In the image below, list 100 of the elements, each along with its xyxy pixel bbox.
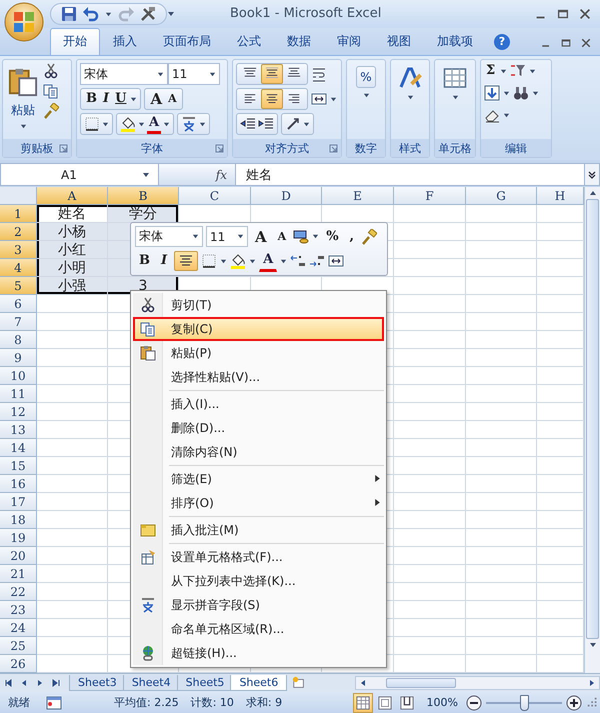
column-header[interactable]: H <box>537 187 584 205</box>
ribbon-tab[interactable]: 页面布局 <box>150 28 224 55</box>
wrap-text-icon[interactable] <box>311 66 327 82</box>
menu-item[interactable]: 设置单元格格式(F)... <box>133 545 384 569</box>
column-header[interactable]: B <box>108 187 179 205</box>
menu-item[interactable]: 删除(D)... <box>133 416 384 440</box>
shrink-font-button[interactable]: A <box>166 91 179 107</box>
dropdown-caret-icon[interactable] <box>209 70 216 78</box>
row-header[interactable]: 13 <box>0 421 37 439</box>
dialog-launcher-icon[interactable] <box>329 144 338 153</box>
zoom-out-icon[interactable] <box>466 694 482 710</box>
customize-toolbar-caret-icon[interactable] <box>167 10 175 18</box>
copy-icon[interactable] <box>43 83 59 99</box>
font-name-field[interactable]: 宋体 <box>80 63 168 85</box>
styles-icon[interactable] <box>398 66 422 90</box>
last-sheet-icon[interactable] <box>52 678 60 686</box>
menu-item[interactable]: 命名单元格区域(R)... <box>133 617 384 641</box>
italic-button[interactable]: I <box>101 91 112 107</box>
ribbon-tab[interactable]: 审阅 <box>324 28 374 55</box>
dropdown-caret-icon[interactable] <box>280 258 288 264</box>
menu-item[interactable]: 选择性粘贴(V)... <box>133 365 384 389</box>
font-color-button[interactable]: A <box>259 250 278 272</box>
row-header[interactable]: 9 <box>0 349 37 367</box>
row-header[interactable]: 22 <box>0 583 37 601</box>
row-header[interactable]: 10 <box>0 367 37 385</box>
ribbon-tab[interactable]: 视图 <box>374 28 424 55</box>
expand-button[interactable] <box>584 164 599 185</box>
row-header[interactable]: 23 <box>0 601 37 619</box>
dialog-launcher-icon[interactable] <box>215 144 224 153</box>
dropdown-caret-icon[interactable] <box>105 10 112 18</box>
dropdown-caret-icon[interactable] <box>452 94 458 101</box>
dropdown-caret-icon[interactable] <box>503 90 510 96</box>
row-header[interactable]: 15 <box>0 457 37 475</box>
insert-function-button[interactable]: fx <box>159 164 236 185</box>
ribbon-tab[interactable]: 公式 <box>224 28 274 55</box>
menu-item[interactable]: 显示拼音字段(S) <box>133 593 384 617</box>
dropdown-caret-icon[interactable] <box>362 92 370 99</box>
scroll-left-icon[interactable] <box>359 678 367 686</box>
percent-button[interactable]: % <box>322 226 343 246</box>
view-button[interactable] <box>352 692 373 712</box>
row-header[interactable]: 24 <box>0 619 37 637</box>
record-macro-icon[interactable] <box>46 694 62 710</box>
dropdown-caret-icon[interactable] <box>138 120 145 128</box>
vertical-align-button[interactable] <box>261 64 283 84</box>
fill-color-icon[interactable] <box>230 253 246 269</box>
row-header[interactable]: 11 <box>0 385 37 403</box>
menu-item[interactable]: 插入(I)... <box>133 392 384 416</box>
dropdown-caret-icon[interactable] <box>532 90 539 96</box>
menu-item[interactable]: 筛选(E) <box>133 467 384 491</box>
scroll-up-icon[interactable] <box>588 189 596 197</box>
menu-item[interactable]: 排序(O) <box>133 491 384 515</box>
column-header[interactable]: G <box>466 187 537 205</box>
row-header[interactable]: 16 <box>0 475 37 493</box>
dropdown-caret-icon[interactable] <box>330 96 337 102</box>
horizontal-scrollbar[interactable] <box>355 676 600 690</box>
dropdown-caret-icon[interactable] <box>102 120 109 128</box>
menu-item[interactable]: 复制(C) <box>133 317 384 341</box>
scroll-down-icon[interactable] <box>588 641 596 649</box>
dropdown-caret-icon[interactable] <box>199 120 206 128</box>
formula-field[interactable]: 姓名 <box>236 166 584 184</box>
row-header[interactable]: 4 <box>0 259 37 277</box>
row-header[interactable]: 17 <box>0 493 37 511</box>
menu-item[interactable]: 从下拉列表中选择(K)... <box>133 569 384 593</box>
ribbon-tab[interactable]: 数据 <box>274 28 324 55</box>
tools-icon[interactable] <box>140 6 156 22</box>
dropdown-caret-icon[interactable] <box>220 258 228 264</box>
dropdown-caret-icon[interactable] <box>130 96 138 102</box>
row-header[interactable]: 14 <box>0 439 37 457</box>
font-name-field[interactable]: 宋体 <box>135 226 203 247</box>
dropdown-caret-icon[interactable] <box>503 112 510 118</box>
bold-button[interactable]: B <box>84 91 99 107</box>
borders-icon[interactable] <box>84 116 100 132</box>
merge-center-icon[interactable] <box>311 91 327 107</box>
fill-color-icon[interactable] <box>120 116 136 132</box>
save-icon[interactable] <box>61 6 77 22</box>
row-header[interactable]: 7 <box>0 313 37 331</box>
previous-sheet-icon[interactable] <box>20 678 28 686</box>
borders-icon[interactable] <box>201 253 218 269</box>
currency-icon[interactable] <box>293 228 310 244</box>
sheet-tab[interactable]: Sheet6 <box>230 674 288 690</box>
ribbon-tab[interactable]: 加载项 <box>424 28 486 55</box>
workbook-close-icon[interactable] <box>580 37 592 49</box>
menu-item[interactable]: 粘贴(P) <box>133 341 384 365</box>
dropdown-caret-icon[interactable] <box>500 68 508 74</box>
sheet-tab[interactable]: Sheet3 <box>69 674 126 690</box>
dropdown-caret-icon[interactable] <box>249 258 256 264</box>
row-header[interactable]: 25 <box>0 637 37 655</box>
percent-button[interactable]: % <box>356 66 376 88</box>
close-icon[interactable] <box>578 7 592 21</box>
ribbon-tab[interactable]: 开始 <box>50 28 100 55</box>
workbook-restore-icon[interactable] <box>560 37 572 49</box>
column-header[interactable]: D <box>251 187 322 205</box>
paste-button[interactable]: 粘贴 <box>6 63 40 136</box>
increase-decimal-icon[interactable] <box>290 253 306 269</box>
dropdown-caret-icon[interactable] <box>163 120 170 128</box>
italic-button[interactable]: I <box>157 251 172 271</box>
bold-button[interactable]: B <box>135 251 154 271</box>
dialog-launcher-icon[interactable] <box>59 144 68 153</box>
fill-icon[interactable] <box>484 85 500 101</box>
row-header[interactable]: 6 <box>0 295 37 313</box>
